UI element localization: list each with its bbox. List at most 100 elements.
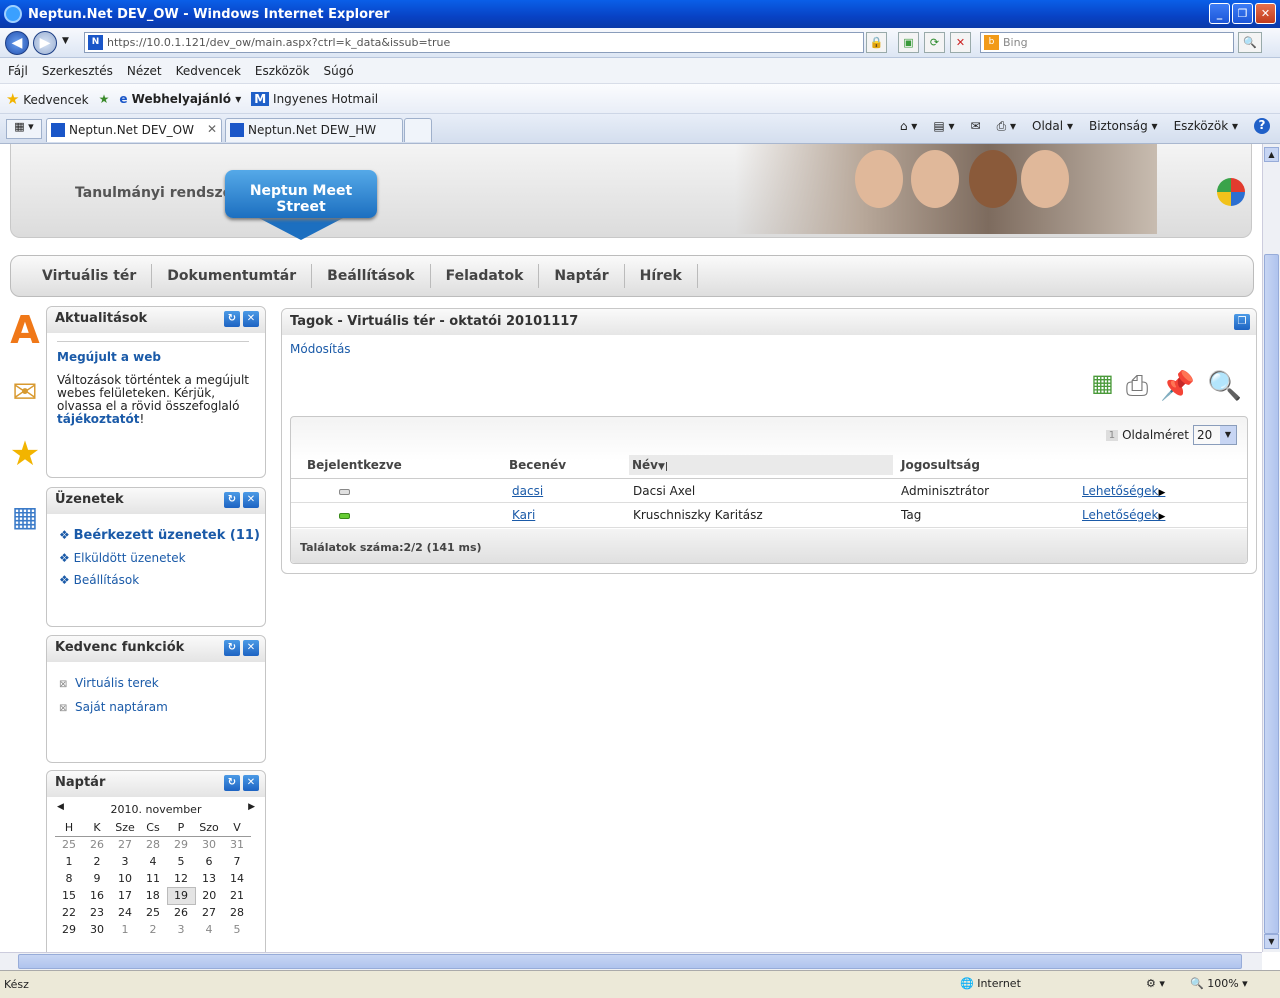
calendar-day[interactable]: 15 (55, 887, 83, 904)
menu-file[interactable]: Fájl (8, 64, 28, 78)
col-permission[interactable]: Jogosultság (901, 458, 980, 472)
inbox-link[interactable]: ❖ Beérkezett üzenetek (11) (59, 524, 265, 547)
next-month-icon[interactable]: ▶ (248, 802, 255, 812)
calendar-day[interactable]: 5 (223, 921, 251, 938)
calendar-day[interactable]: 11 (139, 870, 167, 887)
calendar-day[interactable]: 17 (111, 887, 139, 904)
close-button[interactable]: ✕ (1255, 3, 1276, 24)
calendar-day[interactable]: 2 (139, 921, 167, 938)
compat-view-icon[interactable]: ▣ (898, 32, 919, 53)
scroll-up-icon[interactable]: ▲ (1264, 147, 1279, 162)
horizontal-scroll-thumb[interactable] (18, 954, 1242, 969)
calendar-day[interactable]: 29 (167, 836, 195, 853)
meet-street-tab[interactable]: Neptun Meet Street (225, 170, 377, 218)
calendar-day[interactable]: 28 (139, 836, 167, 853)
star-icon[interactable]: ★ (8, 434, 42, 474)
refresh-icon[interactable]: ⟳ (924, 32, 945, 53)
calendar-day[interactable]: 23 (83, 904, 111, 921)
print-icon[interactable]: ⎙ (1126, 369, 1148, 403)
calendar-day[interactable]: 10 (111, 870, 139, 887)
page-number[interactable]: 1 (1105, 429, 1119, 441)
tools-menu[interactable]: Eszközök ▾ (1174, 119, 1238, 133)
calendar-day[interactable]: 27 (195, 904, 223, 921)
address-input[interactable]: N https://10.0.1.121/dev_ow/main.aspx?ct… (84, 32, 864, 53)
protected-mode-icon[interactable]: ⚙ ▾ (1146, 977, 1165, 990)
calendar-day[interactable]: 18 (139, 887, 167, 904)
calendar-day[interactable]: 24 (111, 904, 139, 921)
my-calendar-link[interactable]: ⊠ Saját naptáram (59, 696, 265, 720)
nav-virtual-space[interactable]: Virtuális tér (27, 264, 153, 288)
nickname-link[interactable]: dacsi (512, 484, 543, 498)
color-theme-icon[interactable] (1217, 178, 1245, 206)
options-link[interactable]: Lehetőségek▶ (1082, 508, 1165, 522)
envelope-icon[interactable]: ✉ (8, 372, 42, 412)
zone-indicator[interactable]: 🌐 Internet (960, 977, 1021, 990)
favorites-button[interactable]: ★ Kedvencek (6, 90, 89, 108)
minimize-button[interactable]: _ (1209, 3, 1230, 24)
lock-icon[interactable]: 🔒 (866, 32, 887, 53)
calendar-day[interactable]: 9 (83, 870, 111, 887)
calendar-day[interactable]: 28 (223, 904, 251, 921)
calendar-day[interactable]: 26 (167, 904, 195, 921)
system-tab[interactable]: Tanulmányi rendszer (75, 185, 239, 201)
calendar-day[interactable]: 12 (167, 870, 195, 887)
close-icon[interactable]: ✕ (243, 311, 259, 327)
print-icon[interactable]: ⎙ ▾ (997, 119, 1016, 134)
refresh-icon[interactable]: ↻ (224, 775, 240, 791)
vertical-scroll-thumb[interactable] (1264, 254, 1279, 934)
page-menu[interactable]: Oldal ▾ (1032, 119, 1073, 133)
calendar-day[interactable]: 29 (55, 921, 83, 938)
calendar-day[interactable]: 22 (55, 904, 83, 921)
modify-link[interactable]: Módosítás (282, 335, 1256, 356)
news-info-link[interactable]: tájékoztatót (57, 412, 140, 426)
close-icon[interactable]: ✕ (243, 492, 259, 508)
news-headline[interactable]: Megújult a web (57, 350, 255, 364)
calendar-day[interactable]: 31 (223, 836, 251, 853)
calendar-day[interactable]: 26 (83, 836, 111, 853)
calendar-day[interactable]: 20 (195, 887, 223, 904)
zoom-control[interactable]: 🔍 100% ▾ (1190, 977, 1248, 990)
col-nickname[interactable]: Becenév (509, 458, 566, 472)
calendar-day[interactable]: 8 (55, 870, 83, 887)
calendar-day[interactable]: 1 (111, 921, 139, 938)
calendar-day[interactable]: 2 (83, 853, 111, 870)
calendar-day[interactable]: 16 (83, 887, 111, 904)
back-button[interactable]: ◀ (5, 31, 29, 55)
menu-view[interactable]: Nézet (127, 64, 162, 78)
calendar-day[interactable]: 13 (195, 870, 223, 887)
nav-calendar[interactable]: Naptár (539, 264, 625, 288)
nav-news[interactable]: Hírek (625, 264, 698, 288)
calendar-day[interactable]: 5 (167, 853, 195, 870)
calendar-day[interactable]: 1 (55, 853, 83, 870)
hotmail-link[interactable]: M Ingyenes Hotmail (251, 91, 378, 106)
forward-button[interactable]: ▶ (33, 31, 57, 55)
nav-settings[interactable]: Beállítások (312, 264, 431, 288)
calendar-day[interactable]: 21 (223, 887, 251, 904)
calendar-day[interactable]: 7 (223, 853, 251, 870)
scroll-down-icon[interactable]: ▼ (1264, 934, 1279, 949)
close-icon[interactable]: ✕ (243, 775, 259, 791)
calendar-day[interactable]: 25 (139, 904, 167, 921)
history-dropdown-icon[interactable]: ▼ (62, 36, 69, 46)
new-tab-button[interactable] (404, 118, 432, 142)
menu-favorites[interactable]: Kedvencek (176, 64, 241, 78)
prev-month-icon[interactable]: ◀ (57, 802, 64, 812)
maximize-button[interactable]: ❐ (1232, 3, 1253, 24)
news-letter-icon[interactable]: A (8, 308, 42, 352)
quick-tabs-button[interactable]: ▦ ▾ (6, 119, 42, 139)
calendar-day[interactable]: 25 (55, 836, 83, 853)
help-icon[interactable]: ? (1254, 118, 1270, 134)
calendar-day[interactable]: 4 (139, 853, 167, 870)
calendar-day[interactable]: 30 (195, 836, 223, 853)
feeds-icon[interactable]: ▤ ▾ (933, 119, 954, 133)
calendar-day[interactable]: 3 (167, 921, 195, 938)
virtual-spaces-link[interactable]: ⊠ Virtuális terek (59, 672, 265, 696)
refresh-icon[interactable]: ↻ (224, 311, 240, 327)
menu-tools[interactable]: Eszközök (255, 64, 310, 78)
search-icon[interactable]: 🔍 (1207, 369, 1242, 403)
horizontal-scrollbar[interactable] (0, 952, 1262, 970)
menu-help[interactable]: Súgó (324, 64, 354, 78)
options-link[interactable]: Lehetőségek▶ (1082, 484, 1165, 498)
vertical-scrollbar[interactable]: ▲ ▼ (1262, 144, 1280, 952)
calendar-day[interactable]: 27 (111, 836, 139, 853)
